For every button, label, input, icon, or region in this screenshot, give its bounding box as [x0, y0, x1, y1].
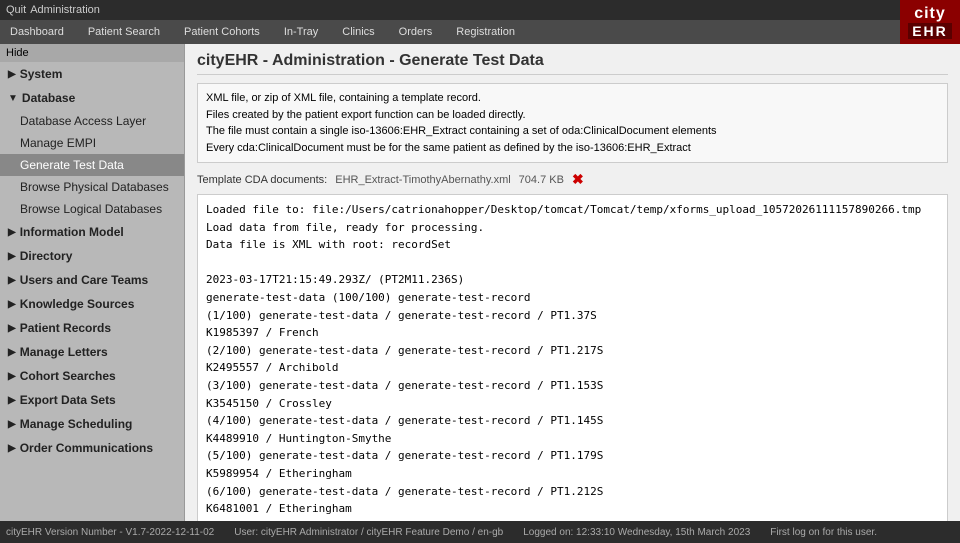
- system-label: System: [20, 67, 63, 81]
- sidebar: Hide ▶ System ▼ Database Database Access…: [0, 44, 185, 521]
- sidebar-section-manage-letters[interactable]: ▶ Manage Letters: [0, 340, 184, 364]
- logo-area: city EHR: [900, 0, 960, 44]
- sidebar-section-knowledge-sources[interactable]: ▶ Knowledge Sources: [0, 292, 184, 316]
- info-line-2: Files created by the patient export func…: [206, 107, 939, 124]
- nav-patient-search[interactable]: Patient Search: [84, 24, 164, 40]
- status-logged-on: Logged on: 12:33:10 Wednesday, 15th Marc…: [523, 527, 750, 538]
- database-arrow-icon: ▼: [8, 93, 18, 104]
- sidebar-section-patient-records[interactable]: ▶ Patient Records: [0, 316, 184, 340]
- directory-arrow-icon: ▶: [8, 251, 16, 262]
- information-model-label: Information Model: [20, 225, 124, 239]
- sidebar-section-export-data-sets[interactable]: ▶ Export Data Sets: [0, 388, 184, 412]
- sidebar-item-manage-empi[interactable]: Manage EMPI: [0, 132, 184, 154]
- sidebar-section-users-care-teams[interactable]: ▶ Users and Care Teams: [0, 268, 184, 292]
- patient-records-arrow-icon: ▶: [8, 323, 16, 334]
- template-label: Template CDA documents:: [197, 174, 327, 186]
- users-care-teams-label: Users and Care Teams: [20, 273, 149, 287]
- knowledge-sources-label: Knowledge Sources: [20, 297, 135, 311]
- info-line-3: The file must contain a single iso-13606…: [206, 123, 939, 140]
- sidebar-item-browse-physical-databases[interactable]: Browse Physical Databases: [0, 176, 184, 198]
- nav-orders[interactable]: Orders: [395, 24, 437, 40]
- sidebar-section-directory[interactable]: ▶ Directory: [0, 244, 184, 268]
- hide-button[interactable]: Hide: [0, 44, 184, 62]
- sidebar-section-database[interactable]: ▼ Database: [0, 86, 184, 110]
- info-line-4: Every cda:ClinicalDocument must be for t…: [206, 140, 939, 157]
- delete-template-icon[interactable]: ✖: [572, 171, 584, 188]
- database-label: Database: [22, 91, 75, 105]
- users-care-teams-arrow-icon: ▶: [8, 275, 16, 286]
- top-bar: Quit Administration: [0, 0, 960, 20]
- status-first-log: First log on for this user.: [770, 527, 877, 538]
- nav-dashboard[interactable]: Dashboard: [6, 24, 68, 40]
- main-layout: Hide ▶ System ▼ Database Database Access…: [0, 44, 960, 521]
- logo-ehr: EHR: [908, 23, 952, 39]
- sidebar-section-information-model[interactable]: ▶ Information Model: [0, 220, 184, 244]
- knowledge-sources-arrow-icon: ▶: [8, 299, 16, 310]
- status-user: User: cityEHR Administrator / cityEHR Fe…: [234, 527, 503, 538]
- order-communications-label: Order Communications: [20, 441, 153, 455]
- status-bar: cityEHR Version Number - V1.7-2022-12-11…: [0, 521, 960, 543]
- export-data-sets-label: Export Data Sets: [20, 393, 116, 407]
- sidebar-item-browse-logical-databases[interactable]: Browse Logical Databases: [0, 198, 184, 220]
- info-box: XML file, or zip of XML file, containing…: [197, 83, 948, 163]
- export-data-sets-arrow-icon: ▶: [8, 395, 16, 406]
- manage-letters-arrow-icon: ▶: [8, 347, 16, 358]
- template-row: Template CDA documents: EHR_Extract-Timo…: [197, 171, 948, 188]
- administration-link[interactable]: Administration: [30, 4, 100, 16]
- quit-link[interactable]: Quit: [6, 4, 26, 16]
- logo-city: city: [914, 5, 946, 23]
- status-version: cityEHR Version Number - V1.7-2022-12-11…: [6, 527, 214, 538]
- nav-clinics[interactable]: Clinics: [338, 24, 378, 40]
- nav-bar: Dashboard Patient Search Patient Cohorts…: [0, 20, 960, 44]
- sidebar-section-system[interactable]: ▶ System: [0, 62, 184, 86]
- template-filesize: 704.7 KB: [519, 174, 564, 186]
- patient-records-label: Patient Records: [20, 321, 111, 335]
- sidebar-section-manage-scheduling[interactable]: ▶ Manage Scheduling: [0, 412, 184, 436]
- order-communications-arrow-icon: ▶: [8, 443, 16, 454]
- page-title: cityEHR - Administration - Generate Test…: [197, 52, 948, 75]
- output-log: Loaded file to: file:/Users/catrionahopp…: [197, 194, 948, 521]
- info-line-1: XML file, or zip of XML file, containing…: [206, 90, 939, 107]
- manage-scheduling-arrow-icon: ▶: [8, 419, 16, 430]
- manage-letters-label: Manage Letters: [20, 345, 108, 359]
- manage-scheduling-label: Manage Scheduling: [20, 417, 133, 431]
- content-area: cityEHR - Administration - Generate Test…: [185, 44, 960, 521]
- nav-registration[interactable]: Registration: [452, 24, 519, 40]
- directory-label: Directory: [20, 249, 73, 263]
- sidebar-section-cohort-searches[interactable]: ▶ Cohort Searches: [0, 364, 184, 388]
- sidebar-item-generate-test-data[interactable]: Generate Test Data: [0, 154, 184, 176]
- template-filename: EHR_Extract-TimothyAbernathy.xml: [335, 174, 510, 186]
- nav-in-tray[interactable]: In-Tray: [280, 24, 322, 40]
- system-arrow-icon: ▶: [8, 69, 16, 80]
- nav-patient-cohorts[interactable]: Patient Cohorts: [180, 24, 264, 40]
- information-model-arrow-icon: ▶: [8, 227, 16, 238]
- sidebar-section-order-communications[interactable]: ▶ Order Communications: [0, 436, 184, 460]
- sidebar-item-database-access-layer[interactable]: Database Access Layer: [0, 110, 184, 132]
- cohort-searches-arrow-icon: ▶: [8, 371, 16, 382]
- top-bar-left: Quit Administration: [6, 4, 100, 16]
- cohort-searches-label: Cohort Searches: [20, 369, 116, 383]
